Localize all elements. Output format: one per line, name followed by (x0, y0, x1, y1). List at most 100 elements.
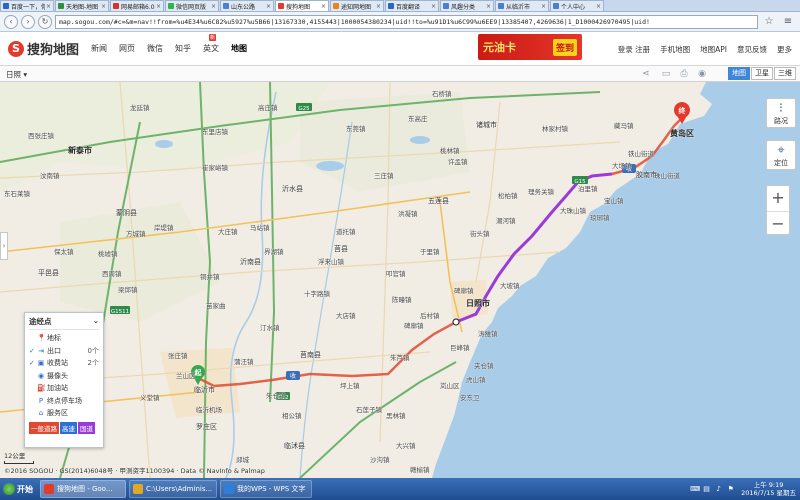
browser-tab[interactable]: 天地图-地图 × (55, 0, 109, 11)
measure-icon[interactable]: ▭ (660, 68, 672, 80)
zoom-in-button[interactable]: + (767, 186, 789, 211)
place-label: 东石莱镇 (4, 190, 30, 198)
ad-banner[interactable]: 元油卡 签到 (478, 34, 582, 60)
share-icon[interactable]: ⋖ (640, 68, 652, 80)
tab-close-icon[interactable]: × (101, 3, 106, 10)
header-link[interactable]: 更多 (777, 44, 792, 55)
flag-icon[interactable]: ⚑ (726, 485, 735, 494)
traffic-button[interactable]: ⁝ 路况 (766, 98, 796, 128)
toll-marker[interactable]: 收 (286, 371, 300, 380)
header-link[interactable]: 手机地图 (660, 44, 690, 55)
browser-tab[interactable]: 从临沂市 × (495, 0, 549, 11)
toll-icon: ▣ (37, 359, 45, 368)
browser-tab[interactable]: 途知网地图 × (330, 0, 384, 11)
place-label: 方城镇 (126, 230, 146, 238)
zoom-out-button[interactable]: − (767, 211, 789, 236)
tab-close-icon[interactable]: × (46, 3, 51, 10)
browser-tab[interactable]: 山东公路 × (220, 0, 274, 11)
print-icon[interactable]: ⎙ (678, 68, 690, 80)
header-link[interactable]: 地图API (700, 44, 727, 55)
sogou-map-logo[interactable]: S 搜狗地图 (8, 39, 79, 58)
star-icon[interactable]: ☆ (761, 15, 777, 29)
tab-close-icon[interactable]: × (486, 3, 491, 10)
tab-favicon-icon (498, 3, 504, 9)
browser-tab[interactable]: 搜狗地图 × (275, 0, 329, 11)
place-label: 洪凝镇 (398, 210, 418, 218)
map-type-0[interactable]: 地图 (728, 67, 750, 80)
waypoint-dot[interactable] (452, 318, 460, 326)
waypoint-filter-row[interactable]: ✓ ⇥ 出口 0个 (29, 345, 99, 358)
map-type-2[interactable]: 三维 (774, 67, 796, 80)
waypoint-filter-row[interactable]: ◉ 摄像头 (29, 370, 99, 383)
panel-collapse-button[interactable]: › (0, 232, 8, 260)
menu-icon[interactable]: ≡ (780, 15, 796, 29)
screenshot-icon[interactable]: ◉ (696, 68, 708, 80)
browser-tab[interactable]: 网易邮箱6.0 × (110, 0, 164, 11)
reload-icon[interactable]: ↻ (38, 14, 52, 29)
back-icon[interactable]: ‹ (4, 14, 18, 29)
map-type-1[interactable]: 卫星 (751, 67, 773, 80)
taskbar-button[interactable]: C:\Users\Adminis... (129, 480, 217, 498)
ad-checkin-button[interactable]: 签到 (552, 38, 577, 56)
tab-close-icon[interactable]: × (541, 3, 546, 10)
waypoints-panel-header[interactable]: 途经点 ⌄ (29, 316, 99, 330)
waypoint-filter-row[interactable]: ⛽ 加油站 (29, 382, 99, 395)
chevron-down-icon[interactable]: ⌄ (93, 316, 99, 327)
site-header: S 搜狗地图 新闻 网页 微信 知乎 英文 新 地图 元油卡 签到 登录 注册 手机地图 地图A… (0, 32, 800, 66)
tab-close-icon[interactable]: × (266, 3, 271, 10)
browser-tab[interactable]: 百度翻译 × (385, 0, 439, 11)
locate-button[interactable]: ⌖ 定位 (766, 140, 796, 170)
checkmark-icon[interactable]: ✓ (29, 347, 37, 355)
waypoints-panel: 途经点 ⌄ 📍 地标 ✓ ⇥ 出口 0个 ✓ ▣ 收费站 2个 ◉ 摄像头 ⛽ 加油站 P 终点停车场 ⌂ 服务区… (24, 312, 104, 448)
header-link[interactable]: 登录 注册 (618, 44, 650, 55)
tab-close-icon[interactable]: × (156, 3, 161, 10)
waypoint-filter-row[interactable]: P 终点停车场 (29, 395, 99, 408)
browser-tab[interactable]: 个人中心 × (550, 0, 604, 11)
url-input[interactable]: map.sogou.com/#c=&m=nav!!from=%u4E34%u6C… (55, 14, 758, 29)
place-label: 新泰市 (68, 146, 92, 155)
place-label: 大兴镇 (396, 442, 416, 450)
volume-icon[interactable]: ♪ (714, 485, 723, 494)
place-label: 大店镇 (336, 312, 356, 320)
city-selector[interactable]: 日照 ▾ (6, 69, 27, 80)
tab-close-icon[interactable]: × (376, 3, 381, 10)
traffic-label: 路况 (774, 117, 788, 125)
place-label: 大场镇 (612, 162, 632, 170)
header-link[interactable]: 意见反馈 (737, 44, 767, 55)
place-label: 梁邱镇 (118, 286, 138, 294)
map-canvas[interactable]: 收 收 G25 G15 G1511 G22 起 终 日照市 新泰市 黄岛区 沂水… (0, 82, 800, 478)
reservoir (155, 140, 173, 148)
place-label: 临沭县 (284, 442, 305, 450)
nav-link[interactable]: 地图 (231, 43, 247, 54)
nav-link[interactable]: 知乎 (175, 43, 191, 54)
nav-link[interactable]: 微信 (147, 43, 163, 54)
browser-tab[interactable]: 百度一下，你就知道× (0, 0, 54, 11)
keyboard-icon[interactable]: ⌨ (690, 485, 700, 494)
start-button[interactable]: 开始 (0, 479, 40, 499)
exit-icon: ⇥ (38, 346, 44, 355)
network-icon[interactable]: ▤ (702, 485, 711, 494)
place-label: 高庄镇 (258, 104, 278, 112)
start-label: 开始 (17, 484, 33, 494)
waypoint-filter-row[interactable]: 📍 地标 (29, 332, 99, 345)
tab-label: 从临沂市 (506, 3, 531, 11)
tab-close-icon[interactable]: × (321, 3, 326, 10)
tab-close-icon[interactable]: × (596, 3, 601, 10)
checkmark-icon[interactable]: ✓ (29, 359, 37, 367)
taskbar-button[interactable]: 我的WPS - WPS 文字 (220, 480, 312, 498)
place-label: 道托镇 (336, 228, 356, 236)
waypoint-filter-row[interactable]: ⌂ 服务区 (29, 407, 99, 420)
waypoint-filter-row[interactable]: ✓ ▣ 收费站 2个 (29, 357, 99, 370)
browser-tab[interactable]: 风趣分类 × (440, 0, 494, 11)
browser-tab[interactable]: 微信网页版 × (165, 0, 219, 11)
tab-label: 山东公路 (231, 3, 256, 11)
tab-close-icon[interactable]: × (211, 3, 216, 10)
place-label: 大珠山镇 (560, 207, 586, 215)
tab-close-icon[interactable]: × (431, 3, 436, 10)
nav-link[interactable]: 英文新 (203, 34, 219, 54)
nav-link[interactable]: 新闻 (91, 43, 107, 54)
taskbar-button[interactable]: 搜狗地图 - Goo... (40, 480, 126, 498)
forward-icon[interactable]: › (21, 14, 35, 29)
nav-link[interactable]: 网页 (119, 43, 135, 54)
clock[interactable]: 上午 9:19 2016/7/15 星期五 (741, 481, 796, 497)
